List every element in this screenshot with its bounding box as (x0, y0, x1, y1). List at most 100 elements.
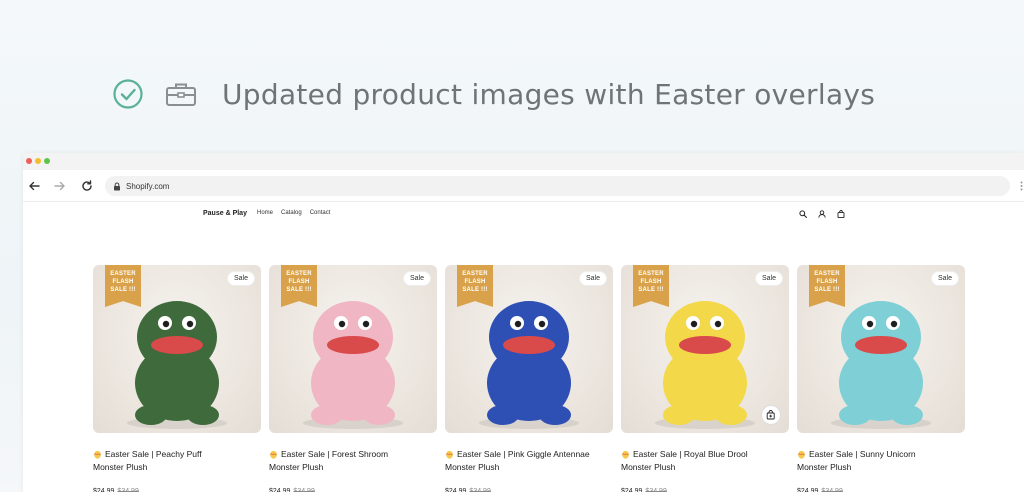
product-card[interactable]: EASTER FLASH SALE !!! Sale Easter Sale |… (797, 265, 965, 492)
compare-at-price: $34.99 (469, 488, 491, 492)
easter-sale-ribbon: EASTER FLASH SALE !!! (281, 265, 317, 307)
reload-button[interactable] (79, 178, 95, 194)
quick-add-button[interactable] (761, 405, 781, 425)
product-title-line-1: Easter Sale | Pink Giggle Antennae (457, 449, 590, 459)
reload-icon (82, 180, 92, 191)
store-nav-links: Home Catalog Contact (257, 210, 330, 216)
product-title-line-2: Monster Plush (621, 462, 676, 472)
easter-sale-ribbon: EASTER FLASH SALE !!! (809, 265, 845, 307)
nav-link-home[interactable]: Home (257, 210, 273, 216)
product-price: $24.99 $34.99 (269, 488, 437, 492)
sale-price: $24.99 (797, 488, 819, 492)
easter-sale-ribbon: EASTER FLASH SALE !!! (457, 265, 493, 307)
product-image[interactable]: EASTER FLASH SALE !!! Sale (445, 265, 613, 433)
minimize-window-button[interactable] (35, 158, 41, 164)
product-image[interactable]: EASTER FLASH SALE !!! Sale (269, 265, 437, 433)
sale-price: $24.99 (621, 488, 643, 492)
store-brand[interactable]: Pause & Play (203, 210, 247, 217)
easter-egg-icon (94, 450, 101, 459)
address-bar[interactable]: Shopify.com (105, 176, 1010, 196)
browser-window: Shopify.com Pause & Play Home Catalog Co… (23, 153, 1024, 492)
check-circle-icon (113, 79, 143, 109)
ribbon-line-1: EASTER (110, 271, 136, 277)
sale-price: $24.99 (93, 488, 115, 492)
ribbon-line-3: SALE !!! (286, 287, 312, 293)
product-image[interactable]: EASTER FLASH SALE !!! Sale (797, 265, 965, 433)
close-window-button[interactable] (26, 158, 32, 164)
product-image[interactable]: EASTER FLASH SALE !!! Sale (621, 265, 789, 433)
url-text: Shopify.com (126, 181, 170, 191)
product-price: $24.99 $34.99 (797, 488, 965, 492)
sale-badge: Sale (754, 271, 783, 286)
ribbon-line-1: EASTER (462, 271, 488, 277)
ribbon-line-3: SALE !!! (814, 287, 840, 293)
product-title-line-2: Monster Plush (797, 462, 852, 472)
lock-icon (114, 182, 120, 190)
ribbon-line-2: FLASH (112, 279, 134, 285)
sale-price: $24.99 (269, 488, 291, 492)
ribbon-line-2: FLASH (640, 279, 662, 285)
maximize-window-button[interactable] (44, 158, 50, 164)
product-image[interactable]: EASTER FLASH SALE !!! Sale (93, 265, 261, 433)
browser-toolbar: Shopify.com (23, 170, 1024, 202)
compare-at-price: $34.99 (821, 488, 843, 492)
add-to-cart-icon (766, 410, 775, 420)
product-price: $24.99 $34.99 (445, 488, 613, 492)
product-card[interactable]: EASTER FLASH SALE !!! Sale Easter Sale |… (445, 265, 613, 492)
ribbon-line-3: SALE !!! (462, 287, 488, 293)
browser-titlebar (23, 153, 1024, 170)
ribbon-line-1: EASTER (638, 271, 664, 277)
product-title[interactable]: Easter Sale | Royal Blue Drool Monster P… (621, 448, 781, 474)
ribbon-line-2: FLASH (288, 279, 310, 285)
cart-button[interactable] (836, 209, 846, 219)
store-header: Pause & Play Home Catalog Contact (23, 202, 1024, 230)
ribbon-line-2: FLASH (464, 279, 486, 285)
easter-sale-ribbon: EASTER FLASH SALE !!! (105, 265, 141, 307)
ribbon-line-1: EASTER (286, 271, 312, 277)
nav-link-contact[interactable]: Contact (310, 210, 331, 216)
forward-button[interactable] (52, 178, 68, 194)
product-card[interactable]: EASTER FLASH SALE !!! Sale Easter Sale |… (269, 265, 437, 492)
store-header-icons (798, 209, 846, 219)
product-title-line-2: Monster Plush (93, 462, 148, 472)
search-button[interactable] (798, 209, 808, 219)
product-price: $24.99 $34.99 (621, 488, 789, 492)
product-title[interactable]: Easter Sale | Sunny Unicorn Monster Plus… (797, 448, 957, 474)
ribbon-line-2: FLASH (816, 279, 838, 285)
product-title-line-1: Easter Sale | Royal Blue Drool (633, 449, 748, 459)
toolbox-icon (166, 83, 196, 106)
sale-badge: Sale (578, 271, 607, 286)
back-button[interactable] (26, 178, 42, 194)
product-title[interactable]: Easter Sale | Pink Giggle Antennae Monst… (445, 448, 605, 474)
product-title-line-1: Easter Sale | Sunny Unicorn (809, 449, 916, 459)
ribbon-line-3: SALE !!! (110, 287, 136, 293)
sale-price: $24.99 (445, 488, 467, 492)
arrow-right-icon (54, 181, 65, 191)
compare-at-price: $34.99 (117, 488, 139, 492)
easter-sale-ribbon: EASTER FLASH SALE !!! (633, 265, 669, 307)
nav-link-catalog[interactable]: Catalog (281, 210, 302, 216)
product-grid: EASTER FLASH SALE !!! Sale Easter Sale |… (93, 265, 965, 492)
product-card[interactable]: EASTER FLASH SALE !!! Sale Easter Sale |… (93, 265, 261, 492)
user-icon (818, 210, 826, 218)
product-title-line-2: Monster Plush (269, 462, 324, 472)
compare-at-price: $34.99 (645, 488, 667, 492)
easter-egg-icon (446, 450, 453, 459)
shopping-bag-icon (837, 210, 845, 218)
arrow-left-icon (29, 181, 40, 191)
search-icon (799, 210, 807, 218)
easter-egg-icon (798, 450, 805, 459)
easter-egg-icon (622, 450, 629, 459)
product-card[interactable]: EASTER FLASH SALE !!! Sale Easter Sale |… (621, 265, 789, 492)
account-button[interactable] (817, 209, 827, 219)
sale-badge: Sale (402, 271, 431, 286)
ribbon-line-1: EASTER (814, 271, 840, 277)
kebab-menu-icon[interactable] (1020, 181, 1023, 191)
feature-headline: Updated product images with Easter overl… (112, 74, 875, 114)
product-title-line-1: Easter Sale | Forest Shroom (281, 449, 389, 459)
product-title[interactable]: Easter Sale | Forest Shroom Monster Plus… (269, 448, 429, 474)
product-title-line-1: Easter Sale | Peachy Puff (105, 449, 202, 459)
headline-text: Updated product images with Easter overl… (222, 77, 876, 111)
ribbon-line-3: SALE !!! (638, 287, 664, 293)
product-title[interactable]: Easter Sale | Peachy Puff Monster Plush (93, 448, 253, 474)
